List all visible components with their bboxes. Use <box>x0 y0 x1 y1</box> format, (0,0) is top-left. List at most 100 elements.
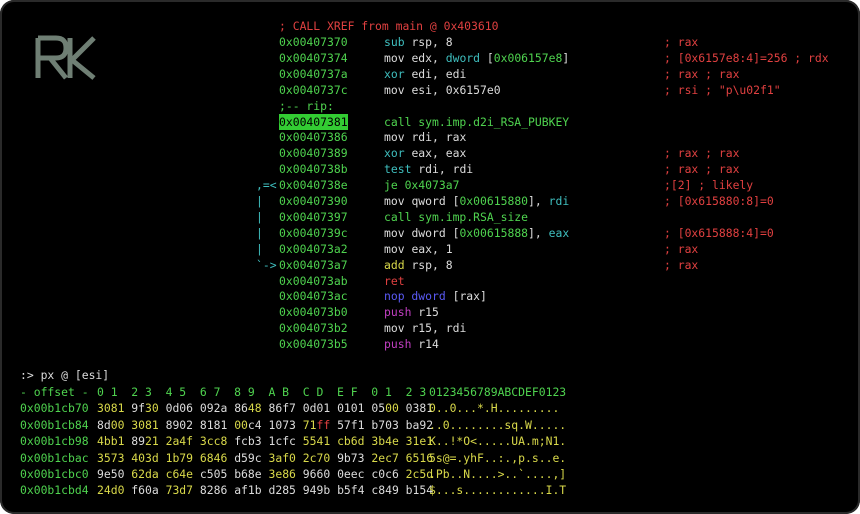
mnemonic: test <box>384 162 412 177</box>
instruction-address[interactable]: 0x004073b5 <box>279 336 348 352</box>
instruction-comment: ; rax <box>664 241 699 256</box>
flow-arrow: | <box>256 209 263 224</box>
hex-byte: 3e86 <box>268 467 296 481</box>
hexdump-bytes: 4bb1 8921 2a4f 3cc8 fcb3 1cfc 5541 cb6d … <box>97 433 433 449</box>
hex-byte: 092a <box>199 401 228 416</box>
mnemonic: add <box>384 257 405 272</box>
instruction-address[interactable]: 0x00407386 <box>279 129 348 145</box>
hex-byte: 48 <box>247 401 262 416</box>
flow-arrow: | <box>256 241 263 256</box>
hex-byte: af1b <box>234 483 262 498</box>
hexdump-offset: 0x00b1cbd4 <box>20 483 89 498</box>
operand: ], <box>528 194 549 208</box>
operand: edi, edi <box>411 66 467 81</box>
operand: eax, eax <box>411 146 467 161</box>
hex-byte: 00 <box>385 401 399 416</box>
instruction-address[interactable]: 0x004073a2 <box>279 241 348 257</box>
instruction-address[interactable]: 0x00407397 <box>279 209 348 225</box>
instruction-comment: ; rax <box>664 257 699 272</box>
operand: rdi, rax <box>411 130 467 145</box>
instruction-address[interactable]: 0x00407374 <box>279 50 348 66</box>
hexdump-bytes: 3573 403d 1b79 6846 d59c 3af0 2c70 9b73 … <box>97 450 433 466</box>
operand: r15, rdi <box>411 321 467 336</box>
operand: r14 <box>418 337 439 352</box>
instruction: xor edi, edi <box>384 66 466 82</box>
hex-byte: d59c <box>234 450 262 465</box>
instruction-address[interactable]: 0x0040737c <box>279 82 348 98</box>
instruction: push r15 <box>384 304 439 320</box>
flow-arrow: ,=< <box>256 178 277 193</box>
hexdump-ascii: K..!*O<.....UA.m;N1. <box>429 434 567 449</box>
command-prompt[interactable]: :> px @ [esi] <box>20 367 109 383</box>
hex-byte: 403d <box>131 450 159 465</box>
operand: dword <box>411 225 446 240</box>
operand: eax, 1 <box>411 241 453 256</box>
hex-byte: 1b79 <box>165 450 194 465</box>
hex-byte: 21 <box>145 434 159 449</box>
instruction-address[interactable]: 0x00407389 <box>279 145 348 161</box>
hexdump-offset-header: - offset - <box>20 385 89 399</box>
hex-byte: 949b <box>302 483 331 498</box>
instruction-address[interactable]: 0x0040737a <box>279 66 348 82</box>
instruction: mov r15, rdi <box>384 320 466 336</box>
flow-arrow: | <box>256 225 263 240</box>
hex-byte: 1cfc <box>268 434 296 449</box>
hexdump-offset: 0x00b1cb98 <box>20 434 89 449</box>
instruction-address[interactable]: 0x004073ab <box>279 273 348 289</box>
instruction: nop dword [rax] <box>384 288 487 304</box>
hex-byte: 8d <box>97 417 111 432</box>
hexdump-bytes: 9e50 62da c64e c505 b68e 3e86 9660 0eec … <box>97 466 433 482</box>
terminal-window: ; CALL XREF from main @ 0x403610 0x00407… <box>0 0 860 514</box>
instruction: test rdi, rdi <box>384 161 473 177</box>
xref-comment: ; CALL XREF from main @ 0x403610 <box>279 19 499 33</box>
instruction-comment: ; [0x6157e8:4]=256 ; rdx <box>664 50 829 65</box>
instruction-address[interactable]: 0x00407381 <box>279 113 348 130</box>
instruction-address[interactable]: 0x0040738b <box>279 161 348 177</box>
mnemonic: mov <box>384 82 405 97</box>
instruction-address[interactable]: 0x00407370 <box>279 34 348 50</box>
operand: [rax] <box>445 289 487 304</box>
hexdump-offset: 0x00b1cb84 <box>20 417 89 432</box>
hex-byte: 2ec7 <box>371 450 399 465</box>
hex-byte: cb6d <box>337 434 365 449</box>
instruction-comment: ; rax <box>664 35 699 49</box>
hexdump-ascii: ..0........sq.W..... <box>429 417 567 432</box>
hex-byte: 24d0 <box>97 483 125 498</box>
instruction-address[interactable]: 0x004073b0 <box>279 304 348 320</box>
instruction-address[interactable]: 0x00407390 <box>279 193 348 209</box>
operand: rsp, 8 <box>411 257 453 272</box>
instruction-address[interactable]: 0x0040739c <box>279 225 348 241</box>
instruction-address[interactable]: 0x0040738e <box>279 177 348 193</box>
operand: 0x006157e8 <box>493 50 563 65</box>
instruction: call sym.imp.RSA_size <box>384 209 528 225</box>
hex-byte: 8181 <box>199 417 228 432</box>
operand: eax <box>548 225 570 240</box>
instruction-address[interactable]: 0x004073ac <box>279 288 348 304</box>
instruction: sub rsp, 8 <box>384 34 453 50</box>
hex-byte: 8286 <box>199 483 228 498</box>
hexdump-bytes: 24d0 f60a 73d7 8286 af1b d285 949b b5f4 … <box>97 482 433 498</box>
hexdump-bytes: 8d00 3081 8902 8181 00c4 1073 71ff 57f1 … <box>97 417 433 433</box>
instruction: mov edx, dword [0x006157e8] <box>384 50 569 66</box>
instruction: mov dword [0x00615888], eax <box>384 225 569 241</box>
mnemonic: je <box>384 178 398 193</box>
hex-byte: d285 <box>268 483 296 498</box>
operand: esi, 0x6157e0 <box>411 82 501 97</box>
instruction-address[interactable]: 0x004073a7 <box>279 257 348 273</box>
instruction-address[interactable]: 0x004073b2 <box>279 320 348 336</box>
hex-byte: 5541 <box>302 434 331 449</box>
operand: edx, <box>411 50 446 65</box>
instruction: mov rdi, rax <box>384 129 466 145</box>
